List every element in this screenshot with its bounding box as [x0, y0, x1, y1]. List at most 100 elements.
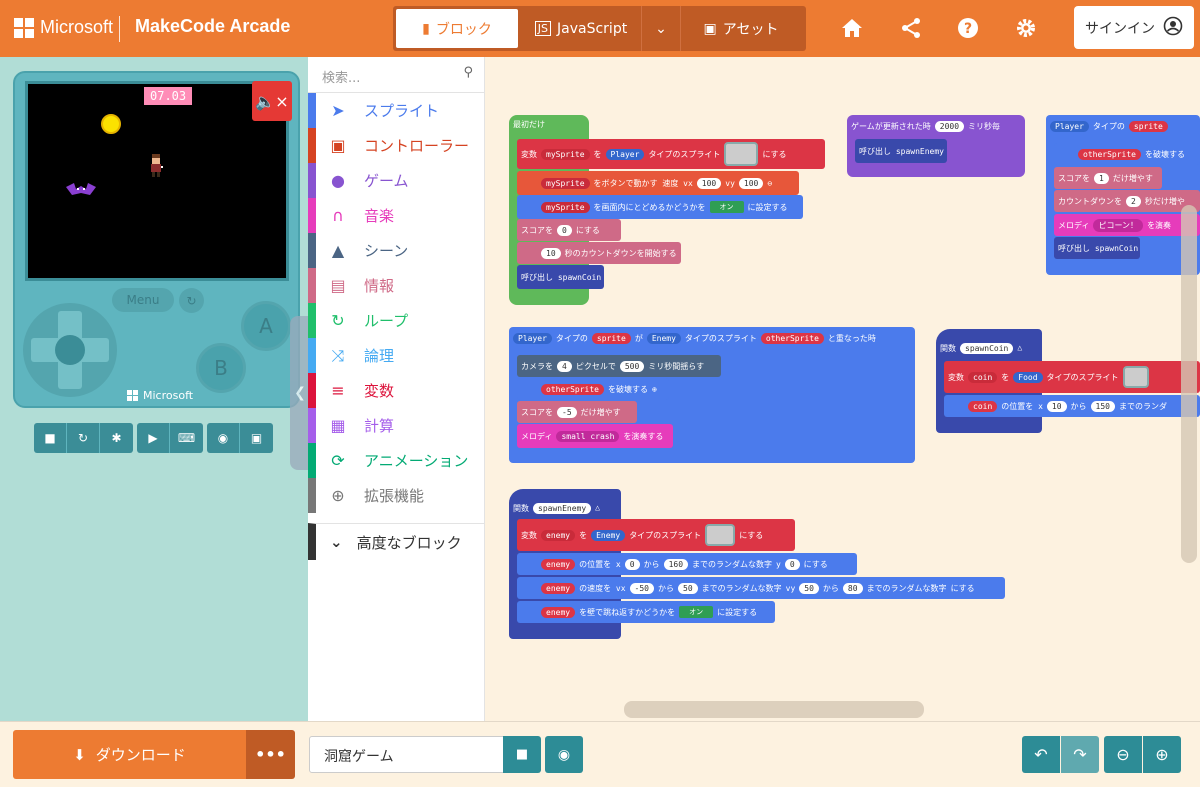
- sprite-dropdown[interactable]: enemy: [541, 558, 576, 570]
- on-toggle[interactable]: オン: [709, 201, 744, 213]
- sprite-var[interactable]: sprite: [1128, 121, 1168, 132]
- on-toggle[interactable]: オン: [679, 606, 714, 618]
- set-enemy-velocity-block[interactable]: enemy の速度を vx -50 から 50 までのランダムな数字 vy 50…: [517, 577, 1005, 599]
- game-screen[interactable]: 07.03: [25, 81, 289, 281]
- sprite-dropdown[interactable]: mySprite: [541, 201, 590, 213]
- enemy-image-picker[interactable]: [705, 524, 736, 546]
- project-name-input[interactable]: 洞窟ゲーム: [309, 736, 504, 773]
- var-name-dropdown[interactable]: enemy: [541, 529, 576, 541]
- destroy-food-block[interactable]: otherSprite を破壊する: [1054, 143, 1200, 165]
- github-button[interactable]: ◉: [545, 736, 583, 773]
- toolbox-category[interactable]: ⟳ アニメーション: [308, 443, 485, 478]
- vx-to-input[interactable]: 50: [678, 582, 698, 594]
- mute-button[interactable]: 🔈×: [252, 81, 292, 121]
- destroy-block[interactable]: otherSprite を破壊する ⊕: [517, 378, 669, 400]
- bug-icon[interactable]: ✱: [100, 423, 133, 453]
- restart-sim-icon[interactable]: ↻: [67, 423, 100, 453]
- move-with-buttons-block[interactable]: mySprite をボタンで動かす 速度 vx 100 vy 100 ⊖: [517, 171, 799, 195]
- x-from-input[interactable]: 10: [1046, 400, 1067, 412]
- function-name-field[interactable]: spawnEnemy: [533, 503, 592, 514]
- toolbox-category[interactable]: ∩ 音楽: [308, 198, 485, 233]
- keyboard-icon[interactable]: ⌨: [170, 423, 203, 453]
- kind-dropdown[interactable]: Food: [1013, 371, 1043, 383]
- melody-dropdown[interactable]: ピコーン！: [1093, 218, 1144, 232]
- function-name-field[interactable]: spawnCoin: [960, 343, 1014, 354]
- product-title[interactable]: MakeCode Arcade: [135, 16, 290, 37]
- shake-px-input[interactable]: 4: [557, 360, 572, 372]
- toolbox-category[interactable]: ⤨ 論理: [308, 338, 485, 373]
- zoom-out-button[interactable]: ⊖: [1104, 736, 1142, 773]
- toolbox-category[interactable]: ➤ スプライト: [308, 93, 485, 128]
- toolbox-search-input[interactable]: 検索... ⚲: [308, 57, 485, 93]
- destroy-target[interactable]: otherSprite: [541, 383, 604, 395]
- redo-button[interactable]: ↷: [1061, 736, 1099, 773]
- vy-from-input[interactable]: 50: [799, 582, 819, 594]
- toolbox-category[interactable]: ▲ シーン: [308, 233, 485, 268]
- var-name-dropdown[interactable]: mySprite: [541, 148, 590, 160]
- toolbox-category[interactable]: ▤ 情報: [308, 268, 485, 303]
- camera-shake-block[interactable]: カメラを 4 ピクセルで 500 ミリ秒間揺らす: [517, 355, 721, 377]
- set-coin-var-block[interactable]: 変数 coin を Food タイプのスプライト: [944, 361, 1200, 393]
- kind-dropdown[interactable]: Player: [605, 148, 645, 160]
- sprite-dropdown[interactable]: enemy: [541, 582, 576, 594]
- toolbox-category[interactable]: ▣ コントローラー: [308, 128, 485, 163]
- toolbox-category[interactable]: ↻ ループ: [308, 303, 485, 338]
- horizontal-scrollbar[interactable]: [624, 701, 924, 718]
- set-var-block[interactable]: 変数 mySprite を Player タイプのスプライト にする: [517, 139, 825, 169]
- interval-input[interactable]: 2000: [934, 121, 965, 132]
- plus-circle-icon[interactable]: ⊕: [652, 385, 657, 394]
- set-enemy-position-block[interactable]: enemy の位置を x 0 から 160 までのランダムな数字 y 0 にする: [517, 553, 857, 575]
- countdown-block[interactable]: 10 秒のカウントダウンを開始する: [517, 242, 681, 264]
- advanced-blocks-toggle[interactable]: ⌄ 高度なブロック: [308, 523, 485, 560]
- tab-blocks[interactable]: ▮ ブロック: [396, 9, 518, 48]
- set-score-block[interactable]: スコアを 0 にする: [517, 219, 621, 241]
- melody-dropdown[interactable]: small crash: [556, 430, 620, 442]
- set-coin-position-block[interactable]: coin の位置を x 10 から 150 までのランダ: [944, 395, 1200, 417]
- download-button[interactable]: ⬇ ダウンロード: [13, 730, 246, 779]
- undo-button[interactable]: ↶: [1022, 736, 1060, 773]
- countdown-change-input[interactable]: 2: [1126, 195, 1141, 207]
- blocks-workspace[interactable]: 最初だけ 変数 mySprite を Player タイプのスプライト にする …: [485, 57, 1200, 721]
- bounce-on-wall-block[interactable]: enemy を壁で跳ね返すかどうかを オン に設定する: [517, 601, 775, 623]
- toolbox-category[interactable]: ⊕ 拡張機能: [308, 478, 485, 513]
- y-input[interactable]: 0: [784, 558, 800, 570]
- x-to-input[interactable]: 150: [1090, 400, 1115, 412]
- a-button[interactable]: A: [241, 301, 291, 351]
- vx-input[interactable]: 100: [696, 177, 722, 189]
- chevron-up-circle-icon[interactable]: △: [1017, 343, 1022, 352]
- collapse-simulator-button[interactable]: ❮: [290, 316, 310, 470]
- toolbox-category[interactable]: ▦ 計算: [308, 408, 485, 443]
- sprite-dropdown[interactable]: coin: [968, 400, 998, 412]
- destroy-target[interactable]: otherSprite: [1078, 148, 1141, 160]
- fullscreen-icon[interactable]: ▣: [240, 423, 273, 453]
- kind-dropdown[interactable]: Player: [513, 333, 552, 344]
- microsoft-logo[interactable]: Microsoft: [14, 17, 113, 38]
- countdown-input[interactable]: 10: [541, 247, 561, 259]
- increase-score-block[interactable]: スコアを 1 だけ増やす: [1054, 167, 1162, 189]
- kind-dropdown[interactable]: Enemy: [591, 529, 626, 541]
- menu-button[interactable]: Menu: [112, 288, 174, 312]
- score-change-input[interactable]: -5: [557, 406, 577, 418]
- language-dropdown[interactable]: ⌄: [641, 6, 681, 51]
- coin-image-picker[interactable]: [1122, 366, 1149, 388]
- toolbox-category[interactable]: ≡ 変数: [308, 373, 485, 408]
- vx-from-input[interactable]: -50: [629, 582, 654, 594]
- vertical-scrollbar[interactable]: [1181, 205, 1197, 563]
- shake-ms-input[interactable]: 500: [619, 360, 645, 372]
- stay-in-screen-block[interactable]: mySprite を画面内にとどめるかどうかを オン に設定する: [517, 195, 803, 219]
- save-button[interactable]: ■: [503, 736, 541, 773]
- speaker-icon[interactable]: ▶: [137, 423, 170, 453]
- call-spawncoin-block[interactable]: 呼び出し spawnCoin: [517, 265, 604, 289]
- change-score-block[interactable]: スコアを -5 だけ増やす: [517, 401, 637, 423]
- minus-circle-icon[interactable]: ⊖: [767, 179, 772, 188]
- x-to-input[interactable]: 160: [663, 558, 689, 570]
- sprite-image-picker[interactable]: [724, 142, 759, 166]
- sprite-var[interactable]: sprite: [591, 333, 631, 344]
- home-icon[interactable]: [838, 14, 866, 42]
- x-from-input[interactable]: 0: [624, 558, 640, 570]
- dpad[interactable]: [23, 303, 117, 397]
- camera-icon[interactable]: ◉: [207, 423, 240, 453]
- vy-to-input[interactable]: 80: [842, 582, 863, 594]
- play-melody-block[interactable]: メロディ small crash を演奏する: [517, 424, 673, 448]
- score-change-input[interactable]: 1: [1094, 172, 1109, 184]
